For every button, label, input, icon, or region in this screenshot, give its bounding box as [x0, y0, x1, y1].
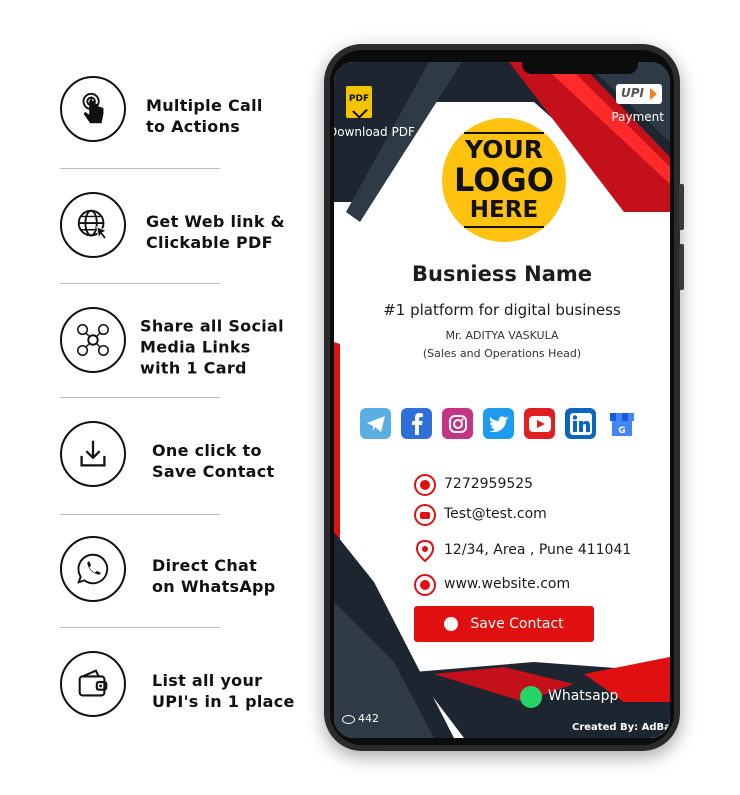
business-name: Busniess Name — [411, 262, 593, 286]
divider — [60, 397, 220, 398]
google-business-icon[interactable]: G — [606, 408, 637, 439]
location-pin-icon — [414, 540, 436, 562]
upi-logo: UPI — [621, 86, 645, 100]
feature-text: Direct Chat on WhatsApp — [152, 556, 276, 596]
download-icon — [60, 421, 126, 487]
email-icon — [414, 504, 436, 526]
download-arrow-icon — [352, 103, 368, 119]
feature-item-save-contact: One click to Save Contact — [60, 421, 320, 501]
globe-icon — [414, 574, 436, 596]
logo-text: LOGO — [454, 161, 554, 199]
feature-item-web-link: Get Web link & Clickable PDF — [60, 192, 320, 272]
pdf-badge: PDF — [348, 94, 370, 104]
website: www.website.com — [444, 576, 571, 592]
download-pdf-button[interactable]: PDF Download PDF — [334, 86, 424, 146]
feature-list: Multiple Call to Actions Get Web link & Cl… — [0, 0, 320, 795]
phone-notch — [522, 62, 638, 74]
card-screen: PDF Download PDF UPI Payment YOUR LOGO H… — [334, 62, 670, 738]
divider — [60, 514, 220, 515]
eye-icon — [342, 714, 355, 724]
twitter-icon[interactable] — [483, 408, 514, 439]
wallet-icon — [60, 651, 126, 717]
person-role: (Sales and Operations Head) — [422, 347, 582, 360]
youtube-icon[interactable] — [524, 408, 555, 439]
feature-item-upi: List all your UPI's in 1 place — [60, 651, 320, 731]
whatsapp-icon — [520, 686, 542, 708]
view-counter: 442 — [342, 712, 379, 725]
phone-number: 7272959525 — [444, 476, 534, 492]
touch-hand-icon — [60, 76, 126, 142]
tagline: #1 platform for digital business — [383, 301, 621, 319]
upi-badge: UPI — [616, 84, 662, 104]
logo-placeholder: YOUR LOGO HERE — [442, 118, 566, 242]
feature-text: Get Web link & Clickable PDF — [146, 212, 285, 252]
linkedin-icon[interactable] — [565, 408, 596, 439]
divider — [60, 168, 220, 169]
person-name: Mr. ADITYA VASKULA — [445, 329, 559, 342]
feature-text: One click to Save Contact — [152, 441, 275, 481]
upi-arrow-icon — [650, 88, 657, 100]
social-links-icon — [60, 307, 126, 373]
feature-item-social-links: Share all Social Media Links with 1 Card — [60, 307, 320, 387]
feature-item-call-actions: Multiple Call to Actions — [60, 76, 320, 156]
facebook-icon[interactable] — [401, 408, 432, 439]
feature-text: Share all Social Media Links with 1 Card — [140, 316, 284, 378]
created-by-credit: Created By: AdBan — [572, 722, 670, 733]
svg-text:G: G — [618, 426, 625, 436]
logo-text: HERE — [469, 197, 539, 223]
whatsapp-icon — [60, 536, 126, 602]
social-icons-row: G — [360, 408, 650, 442]
logo-rule — [464, 132, 544, 134]
pdf-file-icon: PDF — [346, 86, 372, 119]
divider — [60, 283, 220, 284]
web-link-icon — [60, 192, 126, 258]
feature-item-whatsapp: Direct Chat on WhatsApp — [60, 536, 320, 616]
telegram-icon[interactable] — [360, 408, 391, 439]
user-add-icon — [444, 617, 459, 631]
instagram-icon[interactable] — [442, 408, 473, 439]
save-contact-label: Save Contact — [470, 616, 564, 632]
phone-icon — [414, 474, 436, 496]
logo-rule — [464, 226, 544, 228]
whatsapp-label: Whatsapp — [548, 688, 619, 704]
email-address: Test@test.com — [444, 506, 547, 522]
address: 12/34, Area , Pune 411041 — [444, 542, 632, 558]
feature-text: List all your UPI's in 1 place — [152, 671, 295, 711]
feature-text: Multiple Call to Actions — [146, 96, 263, 136]
payment-label: Payment — [611, 110, 664, 124]
save-contact-button[interactable]: Save Contact — [414, 606, 594, 642]
divider — [60, 627, 220, 628]
view-count: 442 — [358, 712, 379, 725]
payment-button[interactable]: UPI Payment — [600, 84, 670, 132]
volume-button — [679, 244, 684, 290]
volume-button — [679, 184, 684, 230]
download-pdf-label: Download PDF — [334, 125, 415, 139]
